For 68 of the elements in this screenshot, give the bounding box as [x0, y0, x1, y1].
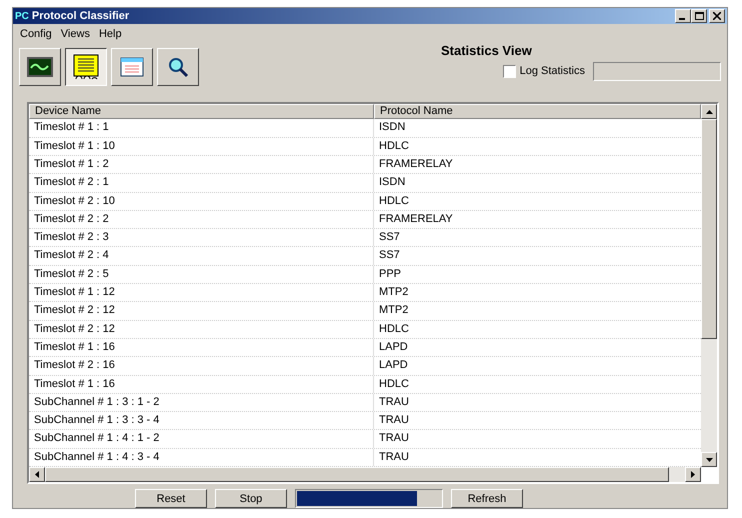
window-icon [120, 56, 144, 77]
stop-button[interactable]: Stop [215, 489, 287, 508]
table-cell: Timeslot # 2 : 5 [29, 266, 374, 284]
log-label: Log Statistics [520, 65, 585, 78]
search-button[interactable] [157, 48, 199, 86]
table-cell-text: TRAU [378, 413, 410, 428]
window-title: Protocol Classifier [32, 10, 130, 22]
table-cell: Timeslot # 1 : 1 [29, 119, 374, 137]
table-cell-text: MTP2 [378, 285, 410, 300]
table-cell-text: ISDN [378, 175, 406, 190]
table-cell: Timeslot # 1 : 2 [29, 156, 374, 174]
table-cell-text: SS7 [378, 230, 401, 246]
table-cell-text: HDLC [378, 194, 410, 209]
table-cell: Timeslot # 2 : 10 [29, 192, 374, 210]
table-cell-text: FRAMERELAY [378, 212, 454, 227]
close-button[interactable] [709, 9, 725, 24]
scroll-down-icon[interactable] [701, 452, 717, 467]
table-cell: Timeslot # 2 : 4 [29, 247, 374, 265]
close-icon [713, 12, 721, 20]
scroll-thumb[interactable] [701, 119, 717, 340]
log-checkbox[interactable] [502, 64, 516, 78]
table-cell: SubChannel # 1 : 3 : 1 - 2 [29, 394, 374, 412]
toolbar-button[interactable] [65, 48, 107, 86]
table-cell-text: LAPD [378, 340, 409, 355]
maximize-button[interactable] [691, 9, 707, 24]
table-cell: Timeslot # 2 : 12 [29, 302, 374, 320]
table-cell-text: TRAU [378, 450, 410, 465]
scroll-up-icon[interactable] [701, 104, 717, 120]
table-cell: Timeslot # 2 : 12 [29, 320, 374, 338]
table-cell: Timeslot # 1 : 10 [29, 138, 374, 155]
column-header[interactable]: Protocol Name [374, 104, 701, 120]
table-cell: Timeslot # 1 : 12 [29, 284, 374, 302]
reset-button[interactable]: Reset [135, 489, 207, 508]
refresh-button[interactable]: Refresh [451, 489, 523, 508]
table-cell: Timeslot # 1 : 16 [29, 338, 374, 356]
table-cell-text: HDLC [378, 376, 410, 392]
table-cell-text: TRAU [378, 431, 410, 446]
table-cell: SubChannel # 1 : 4 : 1 - 2 [29, 430, 374, 448]
scroll-left-icon[interactable] [29, 467, 45, 482]
table-cell: Timeslot # 2 : 2 [29, 210, 374, 228]
menu-item[interactable]: Config [20, 28, 52, 40]
table-cell: SubChannel # 1 : 3 : 3 - 4 [29, 412, 374, 430]
table-cell: Timeslot # 1 : 16 [29, 376, 374, 393]
statistics-title: Statistics View [441, 42, 533, 58]
table-cell-text: HDLC [378, 138, 410, 154]
document-icon [73, 54, 99, 80]
table-cell: Timeslot # 2 : 16 [29, 357, 374, 375]
table-cell: SubChannel # 1 : 4 : 3 - 4 [29, 448, 374, 466]
menu-item[interactable]: Views [60, 28, 90, 40]
waveform-monitor-icon [27, 56, 53, 77]
table-cell-text: FRAMERELAY [378, 156, 454, 172]
app-icon: PC [15, 10, 29, 22]
column-header[interactable]: Device Name [29, 104, 374, 120]
minimize-button[interactable] [675, 9, 691, 24]
table-cell: Timeslot # 2 : 1 [29, 174, 374, 192]
table-cell-text: LAPD [378, 358, 409, 374]
maximize-icon [694, 12, 704, 20]
table-cell-text: TRAU [378, 394, 410, 410]
search-icon [167, 56, 189, 78]
table-cell-text: PPP [378, 266, 402, 282]
table-cell-text: SS7 [378, 248, 401, 264]
scroll-right-icon[interactable] [685, 467, 701, 482]
table-cell-text: MTP2 [378, 303, 410, 318]
table-cell-text: ISDN [378, 120, 406, 136]
table-cell-text: HDLC [378, 322, 410, 337]
menu-item[interactable]: Help [98, 28, 122, 40]
table-cell: Timeslot # 2 : 3 [29, 229, 374, 246]
vertical-scrollbar[interactable] [701, 104, 717, 467]
